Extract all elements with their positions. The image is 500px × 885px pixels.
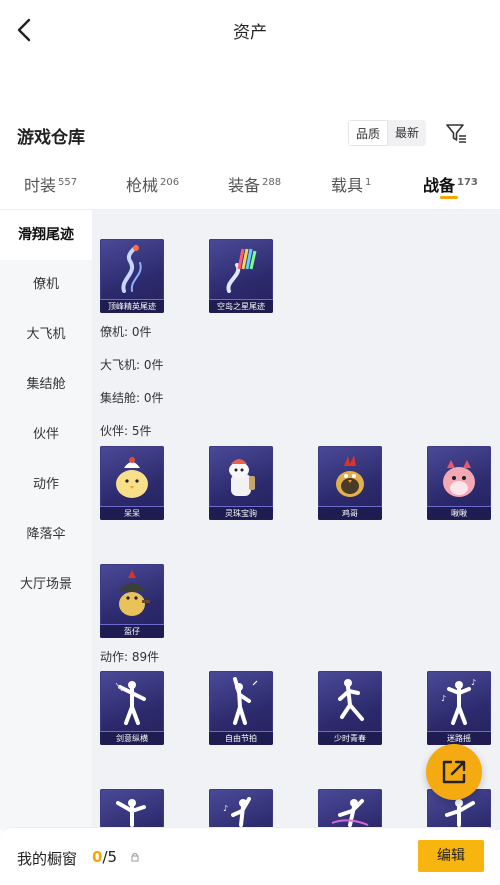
sidebar-item-emote[interactable]: 动作 — [0, 460, 92, 510]
chick-icon — [116, 457, 148, 498]
item-card[interactable]: 自由节拍 — [209, 671, 273, 745]
lock-icon — [131, 853, 139, 862]
edit-button[interactable]: 编辑 — [418, 840, 484, 872]
svg-text:♪: ♪ — [441, 694, 446, 703]
emote-pose-icon: ♪ — [223, 797, 251, 827]
pony-icon — [229, 459, 255, 496]
tab-equipment[interactable]: 装备 288 — [228, 172, 281, 196]
partner-row: 呆呆 灵珠宝驹 鸡哥 啾啾 — [100, 446, 491, 520]
glide-trail-icon — [121, 245, 142, 293]
glide-trail-row: 顶峰精英尾迹 空岛之星尾迹 — [100, 239, 273, 313]
wingman-count: 僚机: 0件 — [100, 325, 152, 339]
chicken-icon — [336, 455, 364, 497]
showcase-count: 0/5 — [92, 848, 118, 866]
emote-pose-icon — [338, 679, 364, 721]
partner-row-2: 盔仔 — [100, 564, 164, 638]
item-card[interactable]: ♪ — [209, 789, 273, 830]
showcase-label: 我的橱窗 — [17, 850, 78, 868]
item-card[interactable]: ♪ ♪ 迷路摇 — [427, 671, 491, 745]
sidebar-item-pod[interactable]: 集结舱 — [0, 360, 92, 410]
emote-row: 剑意纵横 自由节拍 少时青春 ♪ ♪ 迷路摇 — [100, 671, 491, 745]
item-grid: 顶峰精英尾迹 空岛之星尾迹 僚机: 0件 大飞机: 0件 集结舱: 0件 伙伴:… — [92, 210, 500, 830]
sidebar-item-glide-trail[interactable]: 滑翔尾迹 — [0, 210, 92, 260]
emote-pose-icon — [233, 677, 258, 725]
page-title: 资产 — [233, 23, 267, 43]
filter-icon[interactable] — [444, 121, 468, 145]
helmet-chick-icon — [118, 570, 150, 616]
emote-pose-icon — [116, 799, 146, 827]
showcase-bar: 我的橱窗 0/5 编辑 — [0, 827, 500, 885]
item-card[interactable]: 啾啾 — [427, 446, 491, 520]
partner-count: 伙伴: 5件 — [100, 424, 152, 438]
sort-toggle: 品质 最新 — [348, 120, 427, 146]
pod-count: 集结舱: 0件 — [100, 391, 164, 405]
tab-guns[interactable]: 枪械 206 — [126, 172, 179, 196]
item-card[interactable]: 剑意纵横 — [100, 671, 164, 745]
sidebar-item-wingman[interactable]: 僚机 — [0, 260, 92, 310]
emote-pose-icon — [331, 799, 369, 827]
item-card[interactable] — [318, 789, 382, 830]
item-card[interactable]: 灵珠宝驹 — [209, 446, 273, 520]
svg-text:♪: ♪ — [471, 678, 476, 687]
share-icon — [442, 760, 466, 784]
sidebar-item-partner[interactable]: 伙伴 — [0, 410, 92, 460]
category-tabs: 时装 557 枪械 206 装备 288 载具 1 战备 173 — [0, 160, 500, 210]
emote-count: 动作: 89件 — [100, 650, 160, 664]
emote-pose-icon — [115, 681, 146, 725]
sort-quality-button[interactable]: 品质 — [348, 120, 389, 146]
item-card[interactable]: 鸡哥 — [318, 446, 382, 520]
item-card[interactable]: 顶峰精英尾迹 — [100, 239, 164, 313]
plane-count: 大飞机: 0件 — [100, 358, 164, 372]
item-card[interactable]: 盔仔 — [100, 564, 164, 638]
item-card[interactable]: 少时青春 — [318, 671, 382, 745]
sidebar-item-plane[interactable]: 大飞机 — [0, 310, 92, 360]
glide-trail-icon — [226, 248, 257, 293]
warehouse-title: 游戏仓库 — [17, 128, 85, 148]
tab-vehicles[interactable]: 载具 1 — [331, 172, 371, 196]
share-button[interactable] — [426, 744, 482, 800]
item-card[interactable] — [100, 789, 164, 830]
bird-icon — [443, 460, 475, 497]
category-sidebar: 滑翔尾迹 僚机 大飞机 集结舱 伙伴 动作 降落伞 大厅场景 — [0, 210, 92, 830]
sidebar-item-parachute[interactable]: 降落伞 — [0, 510, 92, 560]
emote-pose-icon: ♪ ♪ — [441, 678, 476, 725]
tab-fashion[interactable]: 时装 557 — [24, 172, 77, 196]
sidebar-item-lobby-scene[interactable]: 大厅场景 — [0, 560, 92, 610]
svg-text:♪: ♪ — [223, 804, 228, 813]
item-card[interactable]: 空岛之星尾迹 — [209, 239, 273, 313]
item-card[interactable]: 呆呆 — [100, 446, 164, 520]
active-tab-indicator — [440, 196, 458, 199]
header: 资产 — [0, 0, 500, 60]
sort-latest-button[interactable]: 最新 — [388, 120, 426, 146]
tab-battle-gear[interactable]: 战备 173 — [423, 172, 478, 196]
